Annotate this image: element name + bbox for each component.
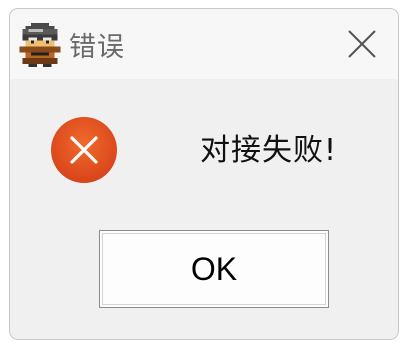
window-title: 错误 [69,32,125,63]
error-dialog: 错误 对接失败! OK [9,8,399,340]
close-button[interactable] [326,9,398,79]
error-message: 对接失败! [200,133,338,168]
title-bar[interactable]: 错误 [10,9,398,79]
error-icon [51,117,117,183]
ok-button[interactable]: OK [99,230,329,308]
pixel-character-icon [19,23,61,67]
close-icon [348,30,376,58]
